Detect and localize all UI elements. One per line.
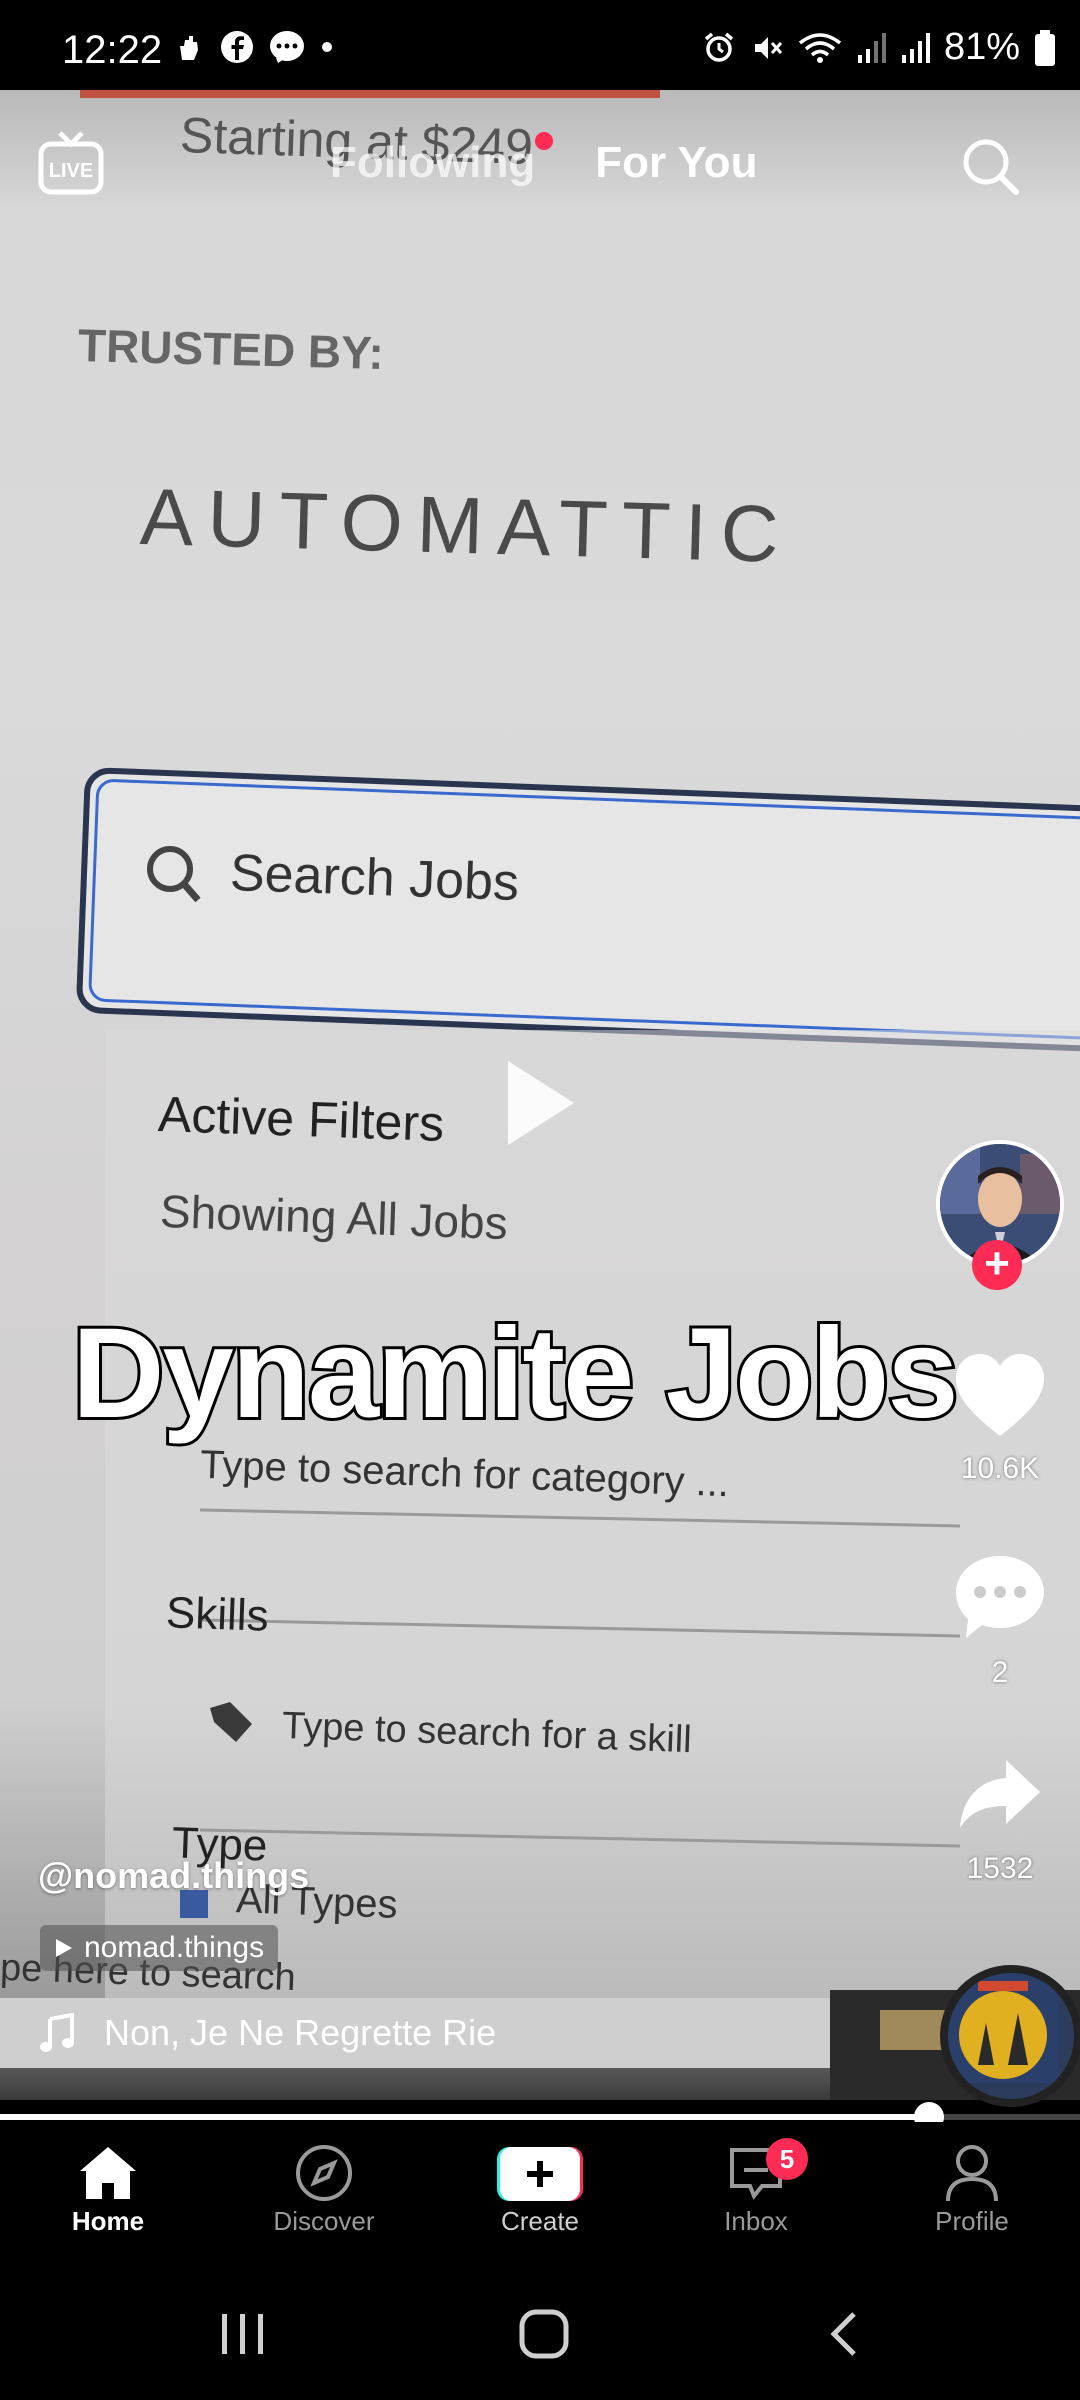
live-icon[interactable]: LIVE — [38, 130, 104, 196]
creator-username[interactable]: @nomad.things — [38, 1855, 309, 1897]
nav-inbox[interactable]: Inbox — [676, 2140, 836, 2237]
music-note-icon — [40, 2013, 74, 2052]
signal-icon — [857, 32, 886, 63]
mute-icon — [754, 36, 783, 59]
nav-create-label: Create — [500, 2206, 580, 2236]
tab-following-label: Following — [330, 138, 536, 187]
share-count: 1532 — [966, 1852, 1034, 1885]
music-disc-art — [948, 1973, 1058, 2083]
new-content-dot — [535, 132, 554, 150]
skills-text: Skills — [165, 1588, 270, 1641]
nav-discover-label: Discover — [273, 2206, 375, 2236]
trusted-by-text: TRUSTED BY: — [77, 319, 385, 379]
hand-icon — [180, 36, 198, 60]
progress-fill — [0, 2114, 929, 2120]
battery-percent: 81% — [943, 26, 1020, 68]
inbox-badge: 5 — [766, 2138, 808, 2180]
nav-profile-label: Profile — [935, 2206, 1009, 2236]
nav-inbox-label: Inbox — [724, 2206, 788, 2236]
source-chip-label: nomad.things — [84, 1931, 265, 1964]
nav-profile[interactable]: Profile — [892, 2140, 1052, 2237]
nav-home[interactable]: Home — [28, 2140, 188, 2237]
search-icon[interactable] — [960, 136, 1020, 196]
video-caption: Dynamite Jobs — [69, 1299, 961, 1448]
comment-icon[interactable] — [952, 1552, 1048, 1642]
play-icon[interactable] — [500, 1055, 580, 1151]
compass-icon — [296, 2145, 352, 2201]
create-plus-icon — [497, 2147, 583, 2201]
source-chip[interactable]: nomad.things — [40, 1925, 279, 1971]
facebook-icon — [221, 31, 253, 63]
music-title: Non, Je Ne Regrette Rie — [104, 2012, 497, 2053]
heart-icon[interactable] — [952, 1352, 1048, 1440]
music-info[interactable]: Non, Je Ne Regrette Rie — [38, 2012, 518, 2054]
logo-text: AUTOMATTIC — [138, 471, 794, 580]
music-disc[interactable] — [940, 1965, 1080, 2107]
follow-plus-button[interactable]: + — [972, 1240, 1022, 1290]
comment-count: 2 — [991, 1656, 1009, 1689]
nav-create[interactable]: Create — [460, 2140, 620, 2237]
recent-apps-icon[interactable] — [218, 2310, 268, 2358]
status-time: 12:22 — [62, 28, 163, 72]
alarm-icon — [704, 32, 734, 62]
back-icon[interactable] — [826, 2310, 862, 2358]
search-jobs-text: Search Jobs — [229, 843, 520, 913]
tab-following[interactable]: Following — [330, 132, 554, 188]
feed-tabs: Following For You — [330, 132, 757, 188]
active-filters-text: Active Filters — [157, 1086, 446, 1152]
tab-for-you[interactable]: For You — [595, 138, 757, 188]
wifi-icon — [798, 32, 842, 63]
status-right: 81% — [702, 26, 1056, 69]
nav-discover[interactable]: Discover — [244, 2140, 404, 2237]
home-button-icon[interactable] — [518, 2308, 570, 2360]
live-label: LIVE — [49, 160, 93, 182]
profile-icon — [946, 2145, 998, 2202]
nav-home-label: Home — [71, 2206, 145, 2236]
battery-icon — [1035, 29, 1055, 66]
status-left-icons — [172, 30, 334, 64]
home-icon — [80, 2147, 136, 2199]
messenger-icon — [270, 31, 304, 63]
signal-icon — [901, 32, 930, 63]
like-count: 10.6K — [960, 1452, 1040, 1485]
play-small-icon — [56, 1939, 72, 1957]
dot-icon — [322, 42, 332, 52]
share-icon[interactable] — [956, 1756, 1044, 1832]
